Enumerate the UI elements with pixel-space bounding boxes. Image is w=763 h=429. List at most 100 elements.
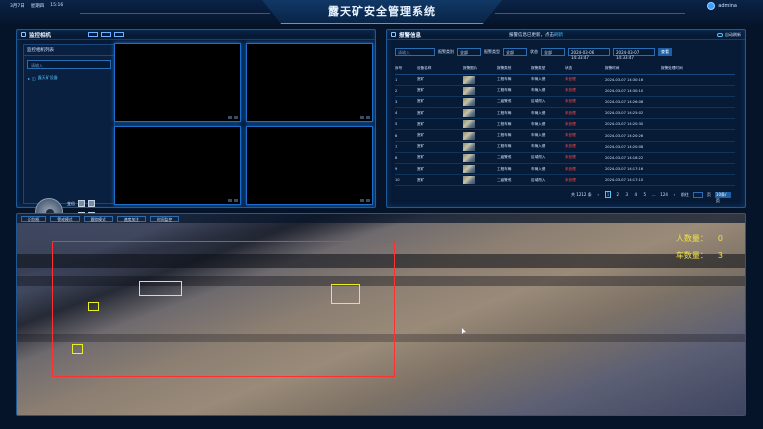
level-select[interactable]: 全部 [503,48,527,56]
table-row[interactable]: 6 宽矿 工程车辆 车辆入侵 未处理 2024-03-07 14:20:26 [395,129,735,142]
row-type: 车辆入侵 [531,163,565,176]
tree-item-label[interactable]: 露天矿设备 [38,75,58,81]
type-select[interactable]: 全部 [457,48,481,56]
snapshot-icon[interactable] [228,199,232,202]
refresh-link[interactable]: 刷新 [554,33,563,38]
alarm-thumbnail[interactable] [463,107,497,120]
date-from-input[interactable]: 2024-03-06 14:33:47 [568,48,610,60]
row-time: 2024-03-07 14:30:10 [605,85,661,97]
alarm-image[interactable] [463,165,475,174]
row-status: 未处理 [565,141,605,153]
tree-item-open-pit[interactable]: ▸ ◫ 露天矿设备 [24,73,114,83]
page-button[interactable]: 2 [615,192,620,197]
alarm-image[interactable] [463,176,475,185]
top-bar: 露天矿安全管理系统 3月7日 星期四 15:16 admina [0,0,763,26]
goto-label: 前往 [680,191,689,197]
tab-speed[interactable]: 速度加注 [116,215,146,222]
page-button[interactable]: 124 [660,192,668,197]
alarm-image[interactable] [463,97,475,106]
page-button[interactable]: 5 [642,192,647,197]
snapshot-icon[interactable] [360,199,364,202]
alarm-search-input[interactable]: 请输入 [395,48,435,56]
alarm-image[interactable] [463,153,475,162]
layout-1-icon[interactable] [88,32,98,37]
alarm-thumbnail[interactable] [463,85,497,97]
tab-detect-box[interactable]: 识别框 [21,215,47,222]
avatar[interactable] [707,2,716,10]
row-status: 未处理 [565,74,605,86]
expand-arrow-icon[interactable]: ▸ [28,76,30,81]
table-row[interactable]: 2 宽矿 工程车辆 车辆入侵 未处理 2024-03-07 14:30:10 [395,85,735,97]
table-row[interactable]: 7 宽矿 工程车辆 车辆入侵 未处理 2024-03-07 14:20:08 [395,141,735,153]
video-cell-1[interactable] [114,43,241,122]
status-select[interactable]: 全部 [541,48,565,56]
zoom-out-button[interactable] [88,200,95,207]
fullscreen-icon[interactable] [366,199,370,202]
alarm-image[interactable] [463,109,475,118]
row-device: 宽矿 [417,152,463,165]
fullscreen-icon[interactable] [234,116,238,119]
video-cell-2[interactable] [246,43,373,122]
table-row[interactable]: 4 宽矿 工程车辆 车辆入侵 未处理 2024-03-07 14:25:02 [395,107,735,120]
auto-refresh[interactable]: 自动刷新 [717,32,741,38]
alarm-thumbnail[interactable] [463,129,497,142]
live-video[interactable]: 识别框 警戒模式 跟踪模式 速度加注 时间监控 人数量： 0 车数量： 3 [16,213,746,416]
prev-page-button[interactable]: ‹ [596,192,601,197]
table-row[interactable]: 5 宽矿 工程车辆 车辆入侵 未处理 2024-03-07 14:20:30 [395,118,735,131]
alarm-thumbnail[interactable] [463,74,497,86]
page-size-select[interactable]: 10条/页 [714,191,731,203]
weekday-text: 星期四 [30,4,45,9]
layout-9-icon[interactable] [114,32,124,37]
user-menu[interactable]: admina [707,2,737,10]
zoom-in-button[interactable] [78,200,85,207]
table-row[interactable]: 9 宽矿 工程车辆 车辆入侵 未处理 2024-03-07 14:17:16 [395,163,735,176]
alarm-thumbnail[interactable] [463,96,497,109]
layout-4-icon[interactable] [101,32,111,37]
page-ellipsis[interactable]: ... [651,192,656,197]
page-button[interactable]: 4 [633,192,638,197]
alarm-image[interactable] [463,86,475,95]
vehicle-count-value: 3 [717,251,723,260]
next-page-button[interactable]: › [672,192,677,197]
alarm-image[interactable] [463,131,475,140]
alarm-thumbnail[interactable] [463,152,497,165]
fullscreen-icon[interactable] [234,199,238,202]
alarm-image[interactable] [463,142,475,151]
row-type: 车辆入侵 [531,141,565,153]
alarm-thumbnail[interactable] [463,118,497,131]
row-device: 宽矿 [417,107,463,120]
page-button[interactable]: 1 [604,191,612,198]
table-row[interactable]: 8 宽矿 二级警戒 区域闯入 未处理 2024-03-07 14:18:22 [395,152,735,165]
date-to-input[interactable]: 2024-03-07 14:33:47 [613,48,655,60]
header-divider-right [495,13,685,14]
snapshot-icon[interactable] [228,116,232,119]
alarm-image[interactable] [463,75,475,84]
auto-refresh-toggle[interactable] [717,33,723,37]
col-header: 报警时间 [605,64,661,75]
row-device: 宽矿 [417,174,463,187]
monitor-panel: 监控相机 监控相机列表 请输入 ▸ ◫ 露天矿设备 变倍 聚焦 [16,29,376,226]
alarm-thumbnail[interactable] [463,141,497,153]
row-category: 工程车辆 [497,141,531,153]
video-cell-3[interactable] [114,126,241,205]
snapshot-icon[interactable] [360,116,364,119]
tab-track-mode[interactable]: 跟踪模式 [83,215,113,222]
alarm-image[interactable] [463,120,475,129]
goto-page-input[interactable] [692,191,703,198]
live-toolbar: 识别框 警戒模式 跟踪模式 速度加注 时间监控 [17,214,745,223]
row-handled-time [661,74,735,86]
query-button[interactable]: 查看 [658,48,672,56]
table-row[interactable]: 1 宽矿 工程车辆 车辆入侵 未处理 2024-03-07 14:30:16 [395,74,735,86]
tab-time-monitor[interactable]: 时间监控 [149,215,180,222]
username[interactable]: admina [718,3,737,9]
camera-search-input[interactable]: 请输入 [27,60,111,69]
fullscreen-icon[interactable] [366,116,370,119]
alarm-thumbnail[interactable] [463,174,497,187]
video-cell-4[interactable] [246,126,373,205]
table-row[interactable]: 10 宽矿 二级警戒 区域闯入 未处理 2024-03-07 14:17:10 [395,174,735,187]
alarm-thumbnail[interactable] [463,163,497,176]
table-row[interactable]: 3 宽矿 二级警戒 区域闯入 未处理 2024-03-07 14:26:08 [395,96,735,109]
tab-guard-mode[interactable]: 警戒模式 [50,215,80,222]
video-toolbar [360,199,370,202]
page-button[interactable]: 3 [624,192,629,197]
